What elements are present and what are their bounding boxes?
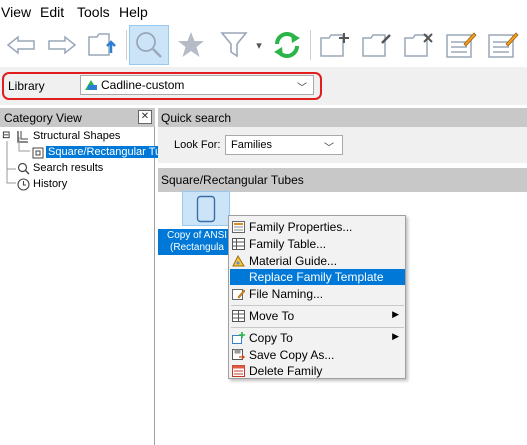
save-copy-icon bbox=[232, 349, 245, 360]
move-to-icon bbox=[232, 310, 245, 322]
edit-table-2-icon[interactable] bbox=[484, 25, 522, 65]
menu-bar: View Edit Tools Help bbox=[0, 0, 527, 24]
tree-item-search-results[interactable]: Search results bbox=[2, 141, 152, 177]
delete-folder-icon[interactable] bbox=[400, 25, 438, 65]
quick-search-header: Quick search bbox=[158, 108, 527, 127]
material-guide-icon bbox=[232, 255, 245, 267]
look-for-value: Families bbox=[231, 139, 272, 151]
context-menu: Family Properties... Family Table... Mat… bbox=[228, 215, 406, 379]
chevron-down-icon: ﹀ bbox=[324, 143, 334, 154]
menu-item-replace-family-template[interactable]: Replace Family Template bbox=[230, 269, 405, 285]
search-icon bbox=[17, 162, 30, 175]
file-naming-icon bbox=[232, 289, 245, 300]
menu-item-file-naming[interactable]: File Naming... bbox=[230, 286, 405, 302]
rename-folder-icon[interactable] bbox=[358, 25, 396, 65]
rectangular-tube-icon bbox=[196, 195, 216, 223]
folder-up-icon[interactable] bbox=[84, 25, 122, 65]
copy-to-icon bbox=[232, 332, 245, 344]
tree-item-label: Search results bbox=[33, 162, 104, 174]
submenu-arrow-icon: ▶ bbox=[392, 331, 399, 341]
forward-arrow-icon[interactable] bbox=[44, 25, 80, 65]
menu-view[interactable]: View bbox=[1, 4, 31, 20]
menu-item-move-to[interactable]: Move To ▶ bbox=[230, 308, 405, 324]
content-header: Square/Rectangular Tubes bbox=[158, 168, 527, 192]
menu-item-material-guide[interactable]: Material Guide... bbox=[230, 253, 405, 269]
filter-icon[interactable] bbox=[216, 25, 252, 65]
back-arrow-icon[interactable] bbox=[3, 25, 39, 65]
family-caption-line2: (Rectangula bbox=[170, 242, 224, 253]
category-view-header: Category View ✕ bbox=[0, 108, 155, 127]
family-table-icon bbox=[232, 238, 245, 250]
submenu-arrow-icon: ▶ bbox=[392, 309, 399, 319]
search-icon[interactable] bbox=[129, 25, 169, 65]
favorites-star-icon[interactable] bbox=[173, 25, 209, 65]
tube-icon bbox=[32, 147, 44, 159]
look-for-area: Look For: Families ﹀ bbox=[158, 127, 527, 163]
menu-item-family-table[interactable]: Family Table... bbox=[230, 236, 405, 252]
family-properties-icon bbox=[232, 221, 245, 233]
filter-dropdown-caret[interactable]: ▾ bbox=[252, 25, 266, 65]
collapse-toggle-icon[interactable]: ⊟ bbox=[2, 130, 10, 141]
menu-item-family-properties[interactable]: Family Properties... bbox=[230, 219, 405, 235]
tree-item-label: History bbox=[33, 178, 68, 190]
edit-table-icon[interactable] bbox=[442, 25, 480, 65]
refresh-icon[interactable] bbox=[268, 25, 306, 65]
menu-tools[interactable]: Tools bbox=[77, 4, 110, 20]
tree-item-square-rectangular-tubes[interactable]: Square/Rectangular Tubes bbox=[18, 137, 181, 161]
family-caption-line1: Copy of ANSI bbox=[166, 230, 228, 241]
category-view-panel: Category View ✕ ⊟ Structural Shapes Squa… bbox=[0, 108, 181, 445]
tree-item-label: Structural Shapes bbox=[33, 130, 121, 142]
menu-edit[interactable]: Edit bbox=[40, 4, 64, 20]
new-folder-icon[interactable] bbox=[316, 25, 354, 65]
menu-item-save-copy-as[interactable]: Save Copy As... bbox=[230, 347, 405, 363]
look-for-label: Look For: bbox=[174, 139, 221, 151]
menu-help[interactable]: Help bbox=[119, 4, 148, 20]
close-icon[interactable]: ✕ bbox=[138, 110, 152, 124]
delete-family-icon bbox=[232, 365, 245, 377]
menu-item-delete-family[interactable]: Delete Family bbox=[230, 363, 405, 379]
family-caption[interactable]: Copy of ANSI (Rectangula bbox=[158, 229, 236, 255]
history-icon bbox=[17, 178, 30, 191]
family-thumbnail[interactable] bbox=[182, 191, 230, 226]
menu-item-copy-to[interactable]: Copy To ▶ bbox=[230, 330, 405, 346]
content-title: Square/Rectangular Tubes bbox=[161, 173, 304, 187]
tree-item-history[interactable]: History bbox=[2, 169, 152, 193]
library-highlight-box bbox=[2, 72, 322, 100]
look-for-select[interactable]: Families ﹀ bbox=[225, 135, 343, 155]
quick-search-title: Quick search bbox=[161, 111, 232, 125]
category-view-title: Category View bbox=[4, 111, 82, 125]
toolbar: ▾ bbox=[0, 25, 527, 65]
